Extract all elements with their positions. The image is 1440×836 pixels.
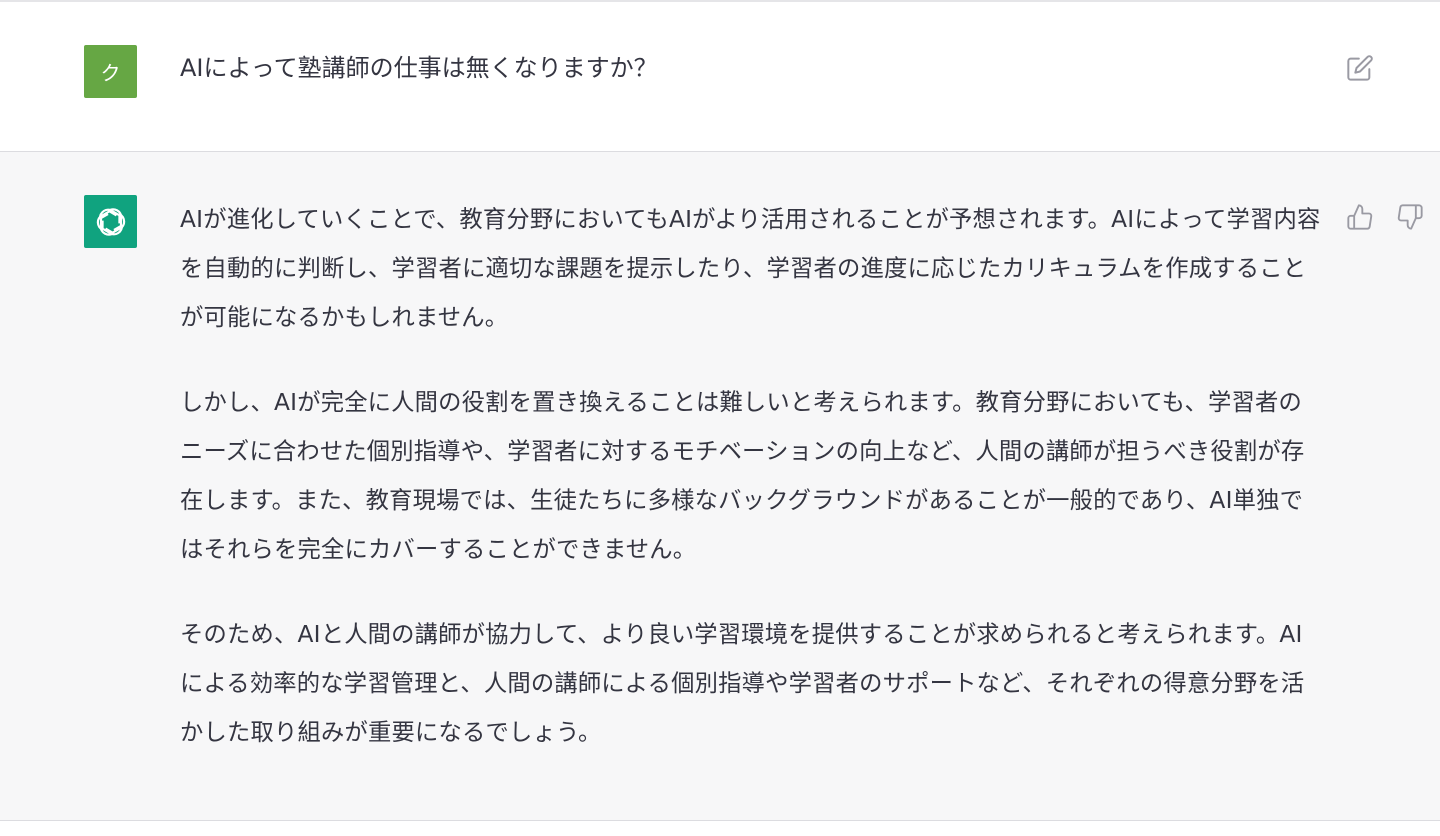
thumbs-down-icon[interactable] xyxy=(1393,200,1427,234)
bottom-area xyxy=(0,821,1440,836)
assistant-message-text: AIが進化していくことで、教育分野においてもAIがより活用されることが予想されま… xyxy=(180,195,1322,793)
user-avatar: ク xyxy=(84,45,137,98)
edit-icon[interactable] xyxy=(1344,52,1376,84)
thumbs-up-icon[interactable] xyxy=(1343,200,1377,234)
user-message-row: ク AIによって塾講師の仕事は無くなりますか？ xyxy=(0,2,1440,152)
answer-paragraph: AIが進化していくことで、教育分野においてもAIがより活用されることが予想されま… xyxy=(180,206,1321,331)
assistant-message-row: AIが進化していくことで、教育分野においてもAIがより活用されることが予想されま… xyxy=(0,152,1440,821)
openai-logo-icon xyxy=(84,195,137,248)
user-avatar-initial: ク xyxy=(100,61,121,85)
user-message-text: AIによって塾講師の仕事は無くなりますか？ xyxy=(180,54,658,82)
answer-paragraph: しかし、AIが完全に人間の役割を置き換えることは難しいと考えられます。教育分野に… xyxy=(180,389,1305,563)
answer-paragraph: そのため、AIと人間の講師が協力して、より良い学習環境を提供することが求められる… xyxy=(180,621,1305,746)
